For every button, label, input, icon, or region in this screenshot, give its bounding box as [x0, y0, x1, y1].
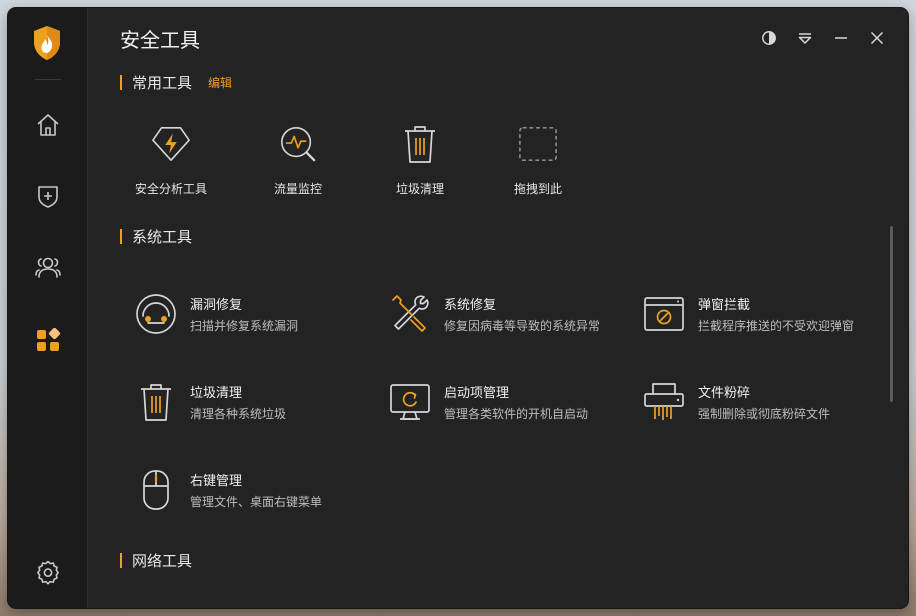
favorite-slot-drop-target[interactable]: 拖拽到此	[488, 124, 588, 204]
tools-wrench-icon	[392, 295, 429, 332]
tool-name: 弹窗拦截	[698, 297, 751, 312]
section-accent-bar	[120, 228, 122, 244]
tool-name: 右键管理	[190, 473, 243, 488]
main-panel: 安全工具 常用工具 编辑 安全分析工具 流量监控 垃圾清理 拖拽到此 系统工具 …	[88, 8, 908, 608]
tool-name: 漏洞修复	[190, 297, 243, 312]
favorite-tool-label: 安全分析工具	[134, 182, 207, 196]
section-network-tools: 网络工具	[120, 550, 192, 570]
tool-description: 清理各种系统垃圾	[190, 407, 287, 421]
tool-popup-block[interactable]: 弹窗拦截 拦截程序推送的不受欢迎弹窗	[642, 288, 882, 342]
edit-link[interactable]: 编辑	[208, 74, 232, 91]
theme-toggle-button[interactable]	[757, 26, 781, 50]
section-accent-bar	[120, 552, 122, 568]
tool-context-menu-manager[interactable]: 右键管理 管理文件、桌面右键菜单	[134, 464, 374, 518]
tool-junk-clean[interactable]: 垃圾清理 清理各种系统垃圾	[134, 376, 374, 430]
favorite-tool-junk-clean[interactable]: 垃圾清理	[370, 124, 470, 204]
favorite-tool-label: 垃圾清理	[395, 182, 444, 196]
trash-icon	[141, 384, 171, 421]
vertical-scrollbar[interactable]	[890, 226, 893, 402]
tool-startup-manager[interactable]: 启动项管理 管理各类软件的开机自启动	[388, 376, 628, 430]
trash-icon	[405, 126, 435, 163]
close-button[interactable]	[865, 26, 889, 50]
favorite-tool-label: 拖拽到此	[513, 182, 562, 196]
tool-name: 文件粉碎	[698, 385, 751, 400]
tool-name: 启动项管理	[444, 385, 510, 400]
contrast-icon	[762, 31, 776, 45]
tool-description: 管理文件、桌面右键菜单	[190, 495, 323, 509]
app-window: 安全工具 常用工具 编辑 安全分析工具 流量监控 垃圾清理 拖拽到此 系统工具 …	[8, 8, 908, 608]
shredder-icon	[644, 383, 684, 420]
users-icon	[35, 257, 61, 278]
section-title: 系统工具	[132, 228, 193, 246]
sidebar-item-protection[interactable]	[32, 180, 64, 212]
shield-plus-icon	[38, 186, 58, 208]
sidebar-item-home[interactable]	[32, 109, 64, 141]
favorite-tool-security-analysis[interactable]: 安全分析工具	[121, 124, 221, 204]
settings-icon	[37, 560, 59, 585]
window-title: 安全工具	[120, 30, 200, 52]
sidebar-item-toolbox[interactable]	[32, 324, 64, 356]
tool-name: 垃圾清理	[190, 385, 243, 400]
section-title: 网络工具	[132, 552, 193, 570]
section-accent-bar	[120, 74, 122, 90]
tool-name: 系统修复	[444, 297, 497, 312]
tool-vulnerability-repair[interactable]: 漏洞修复 扫描并修复系统漏洞	[134, 288, 374, 342]
tool-description: 强制删除或彻底粉碎文件	[698, 407, 831, 421]
dropdown-menu-icon	[798, 33, 812, 44]
favorite-tool-label: 流量监控	[273, 182, 322, 196]
section-common-tools: 常用工具 编辑	[120, 72, 232, 92]
tool-system-repair[interactable]: 系统修复 修复因病毒等导致的系统异常	[388, 288, 628, 342]
settings-button[interactable]	[32, 556, 64, 588]
startup-monitor-icon	[390, 384, 430, 420]
mouse-icon	[143, 470, 169, 510]
minimize-icon	[835, 37, 847, 39]
tool-description: 管理各类软件的开机自启动	[444, 407, 589, 421]
apps-grid-icon	[37, 327, 61, 351]
tool-file-shredder[interactable]: 文件粉碎 强制删除或彻底粉碎文件	[642, 376, 882, 430]
vulnerability-repair-icon	[136, 294, 176, 334]
menu-button[interactable]	[793, 26, 817, 50]
tool-description: 拦截程序推送的不受欢迎弹窗	[698, 319, 855, 333]
sidebar	[8, 8, 88, 608]
tool-description: 扫描并修复系统漏洞	[190, 319, 299, 333]
home-icon	[37, 114, 59, 136]
drop-placeholder-icon	[519, 127, 557, 161]
sidebar-divider	[35, 79, 61, 80]
popup-block-icon	[644, 297, 684, 331]
minimize-button[interactable]	[829, 26, 853, 50]
traffic-monitor-icon	[281, 127, 316, 162]
section-title: 常用工具	[132, 74, 193, 92]
sidebar-item-accounts[interactable]	[32, 251, 64, 283]
section-system-tools: 系统工具	[120, 226, 192, 246]
security-analysis-icon	[152, 127, 190, 161]
app-logo-icon	[32, 25, 62, 61]
tool-description: 修复因病毒等导致的系统异常	[444, 319, 601, 333]
close-icon	[870, 31, 884, 45]
favorite-tool-traffic-monitor[interactable]: 流量监控	[248, 124, 348, 204]
